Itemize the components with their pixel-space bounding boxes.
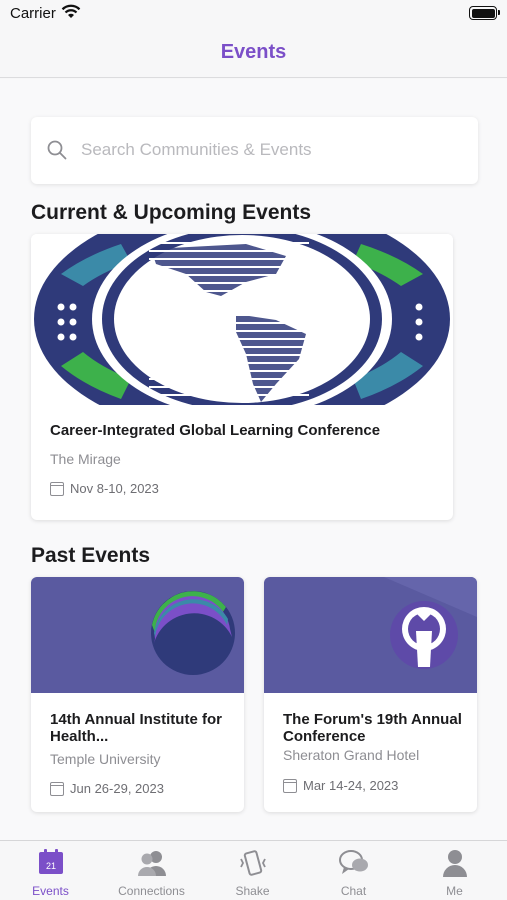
tab-connections[interactable]: Connections xyxy=(101,841,202,900)
person-icon xyxy=(441,849,469,882)
tab-label: Shake xyxy=(235,884,270,898)
tab-label: Chat xyxy=(340,884,367,898)
search-bar[interactable] xyxy=(31,117,478,184)
calendar-icon xyxy=(50,781,64,796)
tab-shake[interactable]: Shake xyxy=(202,841,303,900)
event-venue: Sheraton Grand Hotel xyxy=(283,747,420,763)
wifi-icon xyxy=(61,4,81,25)
event-date: Mar 14-24, 2023 xyxy=(303,778,399,793)
event-card-past[interactable]: 14th Annual Institute for Health... Temp… xyxy=(31,577,244,812)
event-title: The Forum's 19th Annual Conference xyxy=(283,711,462,745)
phone-shake-icon xyxy=(238,849,268,884)
tab-events[interactable]: 21 Events xyxy=(0,841,101,900)
event-card-past[interactable]: The Forum's 19th Annual Conference Shera… xyxy=(264,577,477,812)
tab-label: Me xyxy=(446,884,463,898)
event-venue: Temple University xyxy=(50,751,161,767)
tab-label: Connections xyxy=(118,884,185,898)
event-banner-image xyxy=(31,234,453,437)
page-title: Events xyxy=(220,41,287,63)
current-events-heading: Current & Upcoming Events xyxy=(31,201,312,224)
calendar-icon xyxy=(283,778,297,793)
tab-label: Events xyxy=(32,884,69,898)
navigation-bar: Events xyxy=(0,30,507,78)
tab-me[interactable]: Me xyxy=(404,841,505,900)
events-content[interactable]: Current & Upcoming Events xyxy=(0,79,507,840)
event-date-row: Mar 14-24, 2023 xyxy=(283,778,398,793)
calendar-badge: 21 xyxy=(45,861,55,871)
calendar-icon xyxy=(50,481,64,496)
tab-chat[interactable]: Chat xyxy=(303,841,404,900)
search-icon xyxy=(47,140,67,165)
calendar-icon: 21 xyxy=(38,849,64,880)
status-bar: Carrier xyxy=(0,0,507,30)
chat-icon xyxy=(338,849,370,882)
event-date: Jun 26-29, 2023 xyxy=(70,781,164,796)
carrier-label: Carrier xyxy=(10,5,56,22)
search-input[interactable] xyxy=(81,137,461,163)
event-banner-image xyxy=(264,577,477,693)
event-banner-image xyxy=(31,577,244,693)
past-events-heading: Past Events xyxy=(31,544,151,567)
event-date-row: Nov 8-10, 2023 xyxy=(50,481,159,496)
tab-bar: 21 Events Connections Shake Chat Me xyxy=(0,840,507,900)
event-date: Nov 8-10, 2023 xyxy=(70,481,159,496)
battery-icon xyxy=(469,6,500,20)
people-icon xyxy=(136,849,168,882)
event-venue: The Mirage xyxy=(50,451,121,467)
event-title: Career-Integrated Global Learning Confer… xyxy=(50,422,381,439)
event-title: 14th Annual Institute for Health... xyxy=(50,711,222,745)
event-date-row: Jun 26-29, 2023 xyxy=(50,781,164,796)
event-card-current[interactable]: Career-Integrated Global Learning Confer… xyxy=(31,234,453,520)
